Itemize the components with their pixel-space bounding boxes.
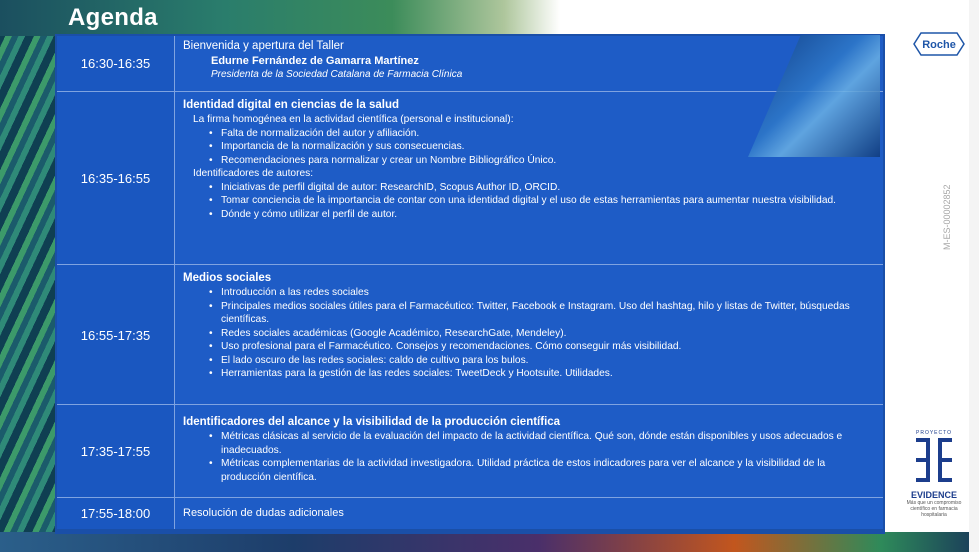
agenda-row: 16:30-16:35 Bienvenida y apertura del Ta… <box>57 36 883 91</box>
time-cell: 16:55-17:35 <box>57 265 175 405</box>
list-item: Introducción a las redes sociales <box>209 286 875 300</box>
right-edge-strip <box>969 0 979 552</box>
list-item: Métricas complementarias de la actividad… <box>209 457 875 484</box>
speaker-role: Presidenta de la Sociedad Catalana de Fa… <box>211 69 463 80</box>
svg-text:Roche: Roche <box>922 39 956 51</box>
content-cell: Medios sociales Introducción a las redes… <box>175 265 883 405</box>
agenda-table: 16:30-16:35 Bienvenida y apertura del Ta… <box>55 34 885 534</box>
session-title: Identificadores del alcance y la visibil… <box>183 416 561 428</box>
time-cell: 16:35-16:55 <box>57 92 175 265</box>
bullet-list: Métricas clásicas al servicio de la eval… <box>183 430 875 484</box>
session-title: Bienvenida y apertura del Taller <box>183 40 344 52</box>
evidence-logo-tagline: Más que un compromiso científico en farm… <box>906 500 962 518</box>
subheading: Identificadores de autores: <box>193 168 314 179</box>
bullet-list: Introducción a las redes sociales Princi… <box>183 286 875 381</box>
list-item: Métricas clásicas al servicio de la eval… <box>209 430 875 457</box>
evidence-logo: PROYECTO EVIDENCE Más que un compromiso … <box>904 430 964 518</box>
bullet-list: Iniciativas de perfil digital de autor: … <box>183 181 875 222</box>
list-item: Herramientas para la gestión de las rede… <box>209 367 875 381</box>
list-item: El lado oscuro de las redes sociales: ca… <box>209 354 875 368</box>
page-title: Agenda <box>68 4 158 31</box>
session-title: Medios sociales <box>183 272 272 284</box>
speaker-name: Edurne Fernández de Gamarra Martínez <box>211 55 419 67</box>
list-item: Dónde y cómo utilizar el perfil de autor… <box>209 208 875 222</box>
list-item: Principales medios sociales útiles para … <box>209 300 875 327</box>
time-cell: 16:30-16:35 <box>57 36 175 91</box>
time-cell: 17:55-18:00 <box>57 498 175 529</box>
background-photo-left <box>0 0 58 552</box>
list-item: Uso profesional para el Farmacéutico. Co… <box>209 340 875 354</box>
content-cell: Resolución de dudas adicionales <box>175 498 883 529</box>
roche-logo: Roche <box>913 32 965 56</box>
agenda-row: 16:35-16:55 Identidad digital en ciencia… <box>57 91 883 265</box>
content-cell: Identificadores del alcance y la visibil… <box>175 405 883 498</box>
agenda-row: 17:55-18:00 Resolución de dudas adiciona… <box>57 497 883 529</box>
evidence-mark-icon <box>916 438 952 482</box>
list-item: Redes sociales académicas (Google Académ… <box>209 327 875 341</box>
document-code: M-ES-00002852 <box>942 184 952 250</box>
evidence-logo-word: EVIDENCE <box>910 490 957 500</box>
list-item: Tomar conciencia de la importancia de co… <box>209 194 875 208</box>
time-cell: 17:35-17:55 <box>57 405 175 498</box>
agenda-row: 16:55-17:35 Medios sociales Introducción… <box>57 264 883 405</box>
background-photo-bottom <box>0 532 979 552</box>
list-item: Iniciativas de perfil digital de autor: … <box>209 181 875 195</box>
content-cell: Bienvenida y apertura del Taller Edurne … <box>175 36 883 91</box>
agenda-row: 17:35-17:55 Identificadores del alcance … <box>57 404 883 498</box>
